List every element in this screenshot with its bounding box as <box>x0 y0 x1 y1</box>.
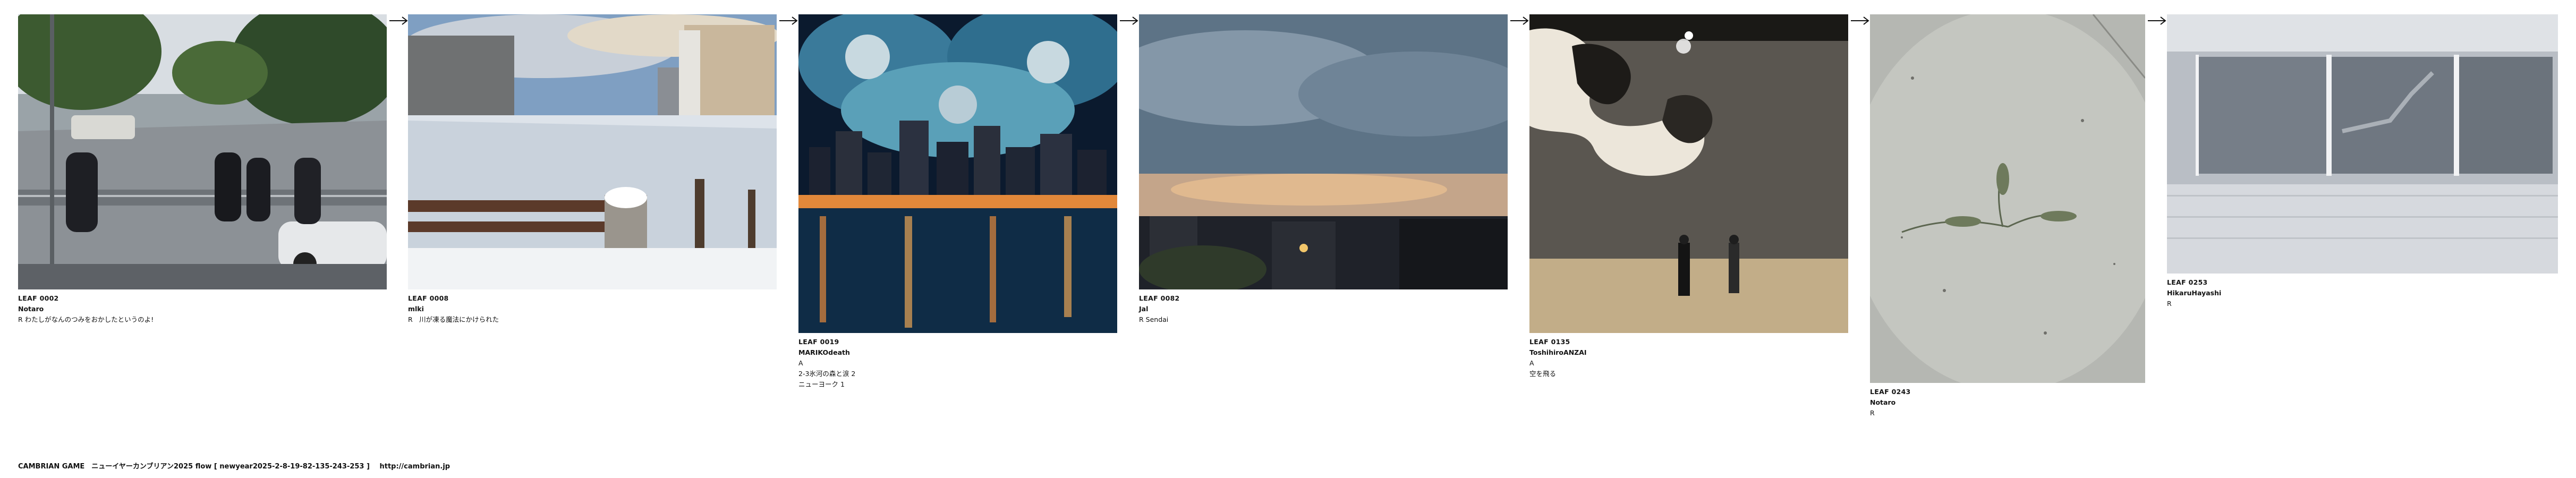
arrow-right-icon <box>2147 14 2168 27</box>
arrow-right-icon <box>778 14 800 27</box>
arrow-right-icon <box>388 14 410 27</box>
leaf-author[interactable]: mlki <box>408 305 777 313</box>
arrow-right-icon <box>1119 14 1140 27</box>
leaf-id[interactable]: LEAF 0135 <box>1529 338 1848 346</box>
leaf-caption: LEAF 0019 MARIKOdeath A 2-3氷河の森と涙 2 ニューヨ… <box>798 338 1117 395</box>
leaf-photo-window[interactable] <box>2167 14 2558 274</box>
leaf-text-line: A <box>1529 359 1534 367</box>
leaf-photo-city-bears[interactable] <box>798 14 1117 333</box>
leaf-id[interactable]: LEAF 0253 <box>2167 278 2558 287</box>
leaf-text-line: R 川が凍る魔法にかけられた <box>408 315 499 323</box>
leaf-caption: LEAF 0008 mlki R 川が凍る魔法にかけられた <box>408 294 777 330</box>
footer-url-link[interactable]: http://cambrian.jp <box>379 463 450 471</box>
leaf-caption: LEAF 0135 ToshihiroANZAI A 空を飛る <box>1529 338 1848 384</box>
leaf-id[interactable]: LEAF 0008 <box>408 294 777 303</box>
leaf-caption: LEAF 0082 Jal R Sendai <box>1139 294 1508 330</box>
leaf-photo-sprout[interactable] <box>1870 14 2145 383</box>
leaf-author[interactable]: Notaro <box>1870 398 2145 407</box>
leaf-caption: LEAF 0243 Notaro R <box>1870 388 2145 423</box>
leaf-photo-frozen-river[interactable] <box>408 14 777 289</box>
leaf-text-line: ニューヨーク 1 <box>798 380 845 388</box>
leaf-caption: LEAF 0002 Notaro R わたしがなんのつみをおかしたというのよ! <box>18 294 387 330</box>
leaf-author[interactable]: Jal <box>1139 305 1508 313</box>
leaf-photo-sunset-sky[interactable] <box>1139 14 1508 289</box>
leaf-photo-street[interactable] <box>18 14 387 289</box>
leaf-text-line: R <box>2167 300 2172 308</box>
leaf-id[interactable]: LEAF 0002 <box>18 294 387 303</box>
leaf-id[interactable]: LEAF 0243 <box>1870 388 2145 396</box>
leaf-author[interactable]: HikaruHayashi <box>2167 289 2558 297</box>
leaf-author[interactable]: ToshihiroANZAI <box>1529 348 1848 357</box>
leaf-text-line: R わたしがなんのつみをおかしたというのよ! <box>18 315 154 323</box>
leaf-text-line: R Sendai <box>1139 315 1169 323</box>
arrow-right-icon <box>1850 14 1871 27</box>
leaf-text-line: 2-3氷河の森と涙 2 <box>798 370 856 378</box>
leaf-text-line: R <box>1870 409 1875 417</box>
leaf-id[interactable]: LEAF 0019 <box>798 338 1117 346</box>
leaf-author[interactable]: MARIKOdeath <box>798 348 1117 357</box>
leaf-author[interactable]: Notaro <box>18 305 387 313</box>
footer-title: CAMBRIAN GAME ニューイヤーカンブリアン2025 flow [ ne… <box>18 463 370 471</box>
footer: CAMBRIAN GAME ニューイヤーカンブリアン2025 flow [ ne… <box>18 460 457 471</box>
arrow-right-icon <box>1509 14 1531 27</box>
leaf-caption: LEAF 0253 HikaruHayashi R <box>2167 278 2558 314</box>
leaf-photo-sculpture[interactable] <box>1529 14 1848 333</box>
leaf-text-line: 空を飛る <box>1529 370 1557 378</box>
leaf-id[interactable]: LEAF 0082 <box>1139 294 1508 303</box>
leaf-text-line: A <box>798 359 803 367</box>
